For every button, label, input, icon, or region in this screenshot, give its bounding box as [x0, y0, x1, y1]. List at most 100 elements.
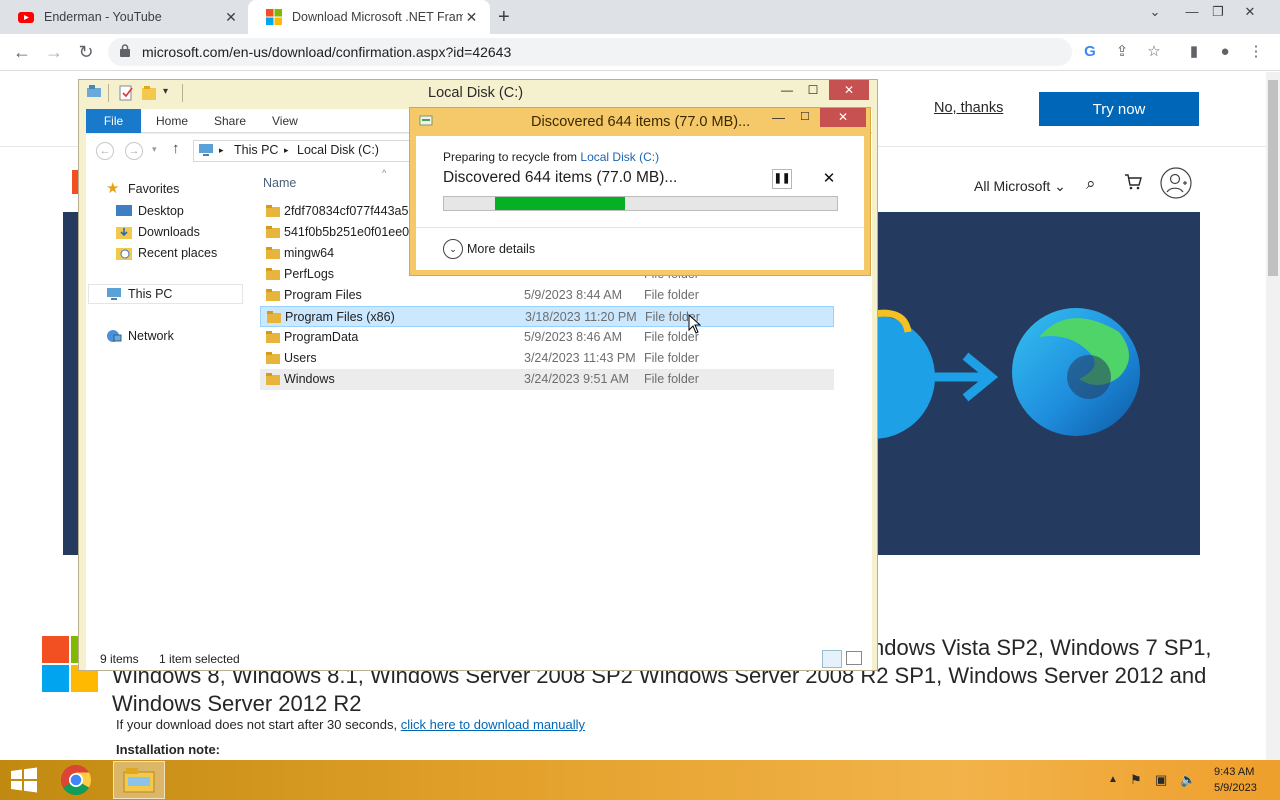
try-now-button[interactable]: Try now	[1039, 92, 1199, 126]
cancel-operation-icon[interactable]: ✕	[820, 169, 838, 189]
nav-this-pc-label: This PC	[128, 287, 173, 301]
dialog-close-icon[interactable]: ✕	[820, 108, 866, 127]
explorer-minimize-icon[interactable]: —	[773, 80, 801, 100]
qat-divider	[108, 84, 109, 102]
dialog-maximize-icon[interactable]: ☐	[800, 110, 816, 123]
volume-muted-icon[interactable]: 🔈	[1180, 772, 1196, 788]
account-icon[interactable]	[1160, 167, 1192, 199]
folder-icon	[266, 373, 280, 385]
menu-icon[interactable]: ⋮	[1246, 42, 1266, 62]
download-manually-link[interactable]: click here to download manually	[401, 717, 585, 732]
star-icon: ★	[106, 180, 120, 197]
installation-note-heading: Installation note:	[116, 742, 220, 757]
breadcrumb-local-disk[interactable]: Local Disk (C:)	[297, 143, 379, 157]
file-row[interactable]: Users 3/24/2023 11:43 PM File folder	[260, 348, 834, 369]
share-icon[interactable]: ⇪	[1112, 42, 1132, 62]
folder-icon	[266, 205, 280, 217]
start-button-icon[interactable]	[10, 767, 38, 793]
nav-recent-places[interactable]: Recent places	[116, 246, 217, 260]
nav-network[interactable]: Network	[106, 329, 174, 343]
qat-divider	[182, 84, 183, 102]
network-tray-icon[interactable]: ▣	[1155, 772, 1167, 788]
side-panel-icon[interactable]: ▮	[1184, 42, 1204, 62]
customize-qat-icon[interactable]: ▾	[163, 86, 168, 97]
downloads-folder-icon	[116, 227, 132, 239]
dialog-subtitle: Preparing to recycle from Local Disk (C:…	[443, 150, 659, 164]
file-date: 5/9/2023 8:44 AM	[524, 288, 622, 302]
all-microsoft-menu[interactable]: All Microsoft ⌄	[974, 178, 1066, 195]
file-row[interactable]: Program Files 5/9/2023 8:44 AM File fold…	[260, 285, 834, 306]
breadcrumb-this-pc[interactable]: This PC	[234, 143, 278, 157]
details-view-icon[interactable]	[822, 650, 842, 668]
ribbon-tab-home[interactable]: Home	[156, 114, 188, 128]
file-name: 541f0b5b251e0f01ee0e6	[284, 225, 424, 239]
forward-icon[interactable]: →	[42, 41, 66, 65]
up-folder-icon[interactable]: ↑	[172, 140, 180, 157]
reload-icon[interactable]: ↻	[74, 41, 98, 65]
file-name: Program Files	[284, 288, 362, 302]
no-thanks-link[interactable]: No, thanks	[934, 100, 1003, 116]
file-row-selected[interactable]: Program Files (x86) 3/18/2023 11:20 PM F…	[260, 306, 834, 327]
bookmark-star-icon[interactable]: ☆	[1144, 42, 1164, 62]
chevron-down-icon: ⌄	[1054, 178, 1066, 194]
new-folder-icon[interactable]	[141, 85, 157, 101]
back-icon[interactable]: ←	[10, 41, 34, 65]
new-tab-icon[interactable]: +	[498, 6, 510, 29]
search-icon[interactable]: ⌕	[1086, 174, 1096, 194]
status-item-count: 9 items	[100, 652, 139, 666]
dialog-divider	[416, 227, 864, 228]
clock-time[interactable]: 9:43 AM	[1214, 766, 1254, 778]
file-type: File folder	[644, 288, 699, 302]
dialog-source-link[interactable]: Local Disk (C:)	[580, 150, 659, 164]
recent-locations-icon[interactable]: ▾	[152, 144, 157, 155]
tab-search-chevron-icon[interactable]: ⌄	[1141, 4, 1169, 20]
cart-icon[interactable]	[1124, 174, 1142, 190]
file-row[interactable]: Windows 3/24/2023 9:51 AM File folder	[260, 369, 834, 390]
breadcrumb-separator-icon[interactable]: ▸	[219, 145, 224, 156]
close-tab-icon[interactable]: ✕	[222, 9, 240, 26]
properties-icon[interactable]	[118, 85, 134, 101]
explorer-close-icon[interactable]: ✕	[829, 80, 869, 100]
google-lens-icon[interactable]: G	[1080, 42, 1100, 62]
minimize-icon[interactable]: —	[1178, 4, 1206, 19]
breadcrumb-separator-icon[interactable]: ▸	[284, 145, 289, 156]
close-tab-icon[interactable]: ✕	[463, 9, 480, 26]
show-hidden-icons-icon[interactable]: ▲	[1108, 774, 1118, 785]
file-explorer-taskbar-icon	[123, 768, 155, 793]
nav-favorites[interactable]: ★ Favorites	[106, 180, 179, 197]
ribbon-tab-view[interactable]: View	[272, 114, 298, 128]
nav-this-pc[interactable]: This PC	[106, 287, 172, 301]
explorer-forward-icon[interactable]: →	[125, 142, 143, 160]
clock-date[interactable]: 5/9/2023	[1214, 782, 1257, 794]
file-name: ProgramData	[284, 330, 359, 344]
folder-icon	[266, 226, 280, 238]
close-window-icon[interactable]: ✕	[1236, 4, 1264, 20]
ribbon-tab-share[interactable]: Share	[214, 114, 246, 128]
tab-youtube[interactable]: Enderman - YouTube ✕	[0, 0, 250, 34]
dialog-minimize-icon[interactable]: —	[772, 110, 788, 125]
more-details-link[interactable]: More details	[467, 242, 535, 256]
pause-icon[interactable]: ❚❚	[772, 169, 792, 189]
ribbon-tab-file[interactable]: File	[86, 109, 141, 133]
youtube-icon	[18, 12, 34, 23]
chrome-taskbar-icon[interactable]	[60, 764, 92, 796]
action-center-flag-icon[interactable]: ⚑	[1130, 772, 1142, 788]
explorer-back-icon[interactable]: ←	[96, 142, 114, 160]
computer-icon	[107, 288, 121, 300]
file-type: File folder	[644, 351, 699, 365]
page-scrollbar-thumb[interactable]	[1268, 80, 1278, 276]
profile-icon[interactable]: ●	[1215, 42, 1235, 62]
nav-downloads[interactable]: Downloads	[116, 225, 200, 239]
file-row[interactable]: ProgramData 5/9/2023 8:46 AM File folder	[260, 327, 834, 348]
explorer-maximize-icon[interactable]: ☐	[799, 80, 827, 100]
url-text[interactable]: microsoft.com/en-us/download/confirmatio…	[142, 44, 511, 60]
lock-icon[interactable]	[120, 44, 130, 57]
file-type: File folder	[644, 372, 699, 386]
tab-dotnet-download[interactable]: Download Microsoft .NET Frame ✕	[248, 0, 490, 34]
large-icons-view-icon[interactable]	[846, 651, 862, 665]
restore-icon[interactable]: ❐	[1204, 4, 1232, 20]
file-date: 3/18/2023 11:20 PM	[525, 310, 637, 324]
expand-chevron-icon[interactable]: ⌄	[443, 239, 463, 259]
column-header-name[interactable]: Name	[263, 176, 296, 190]
nav-desktop[interactable]: Desktop	[116, 204, 184, 218]
